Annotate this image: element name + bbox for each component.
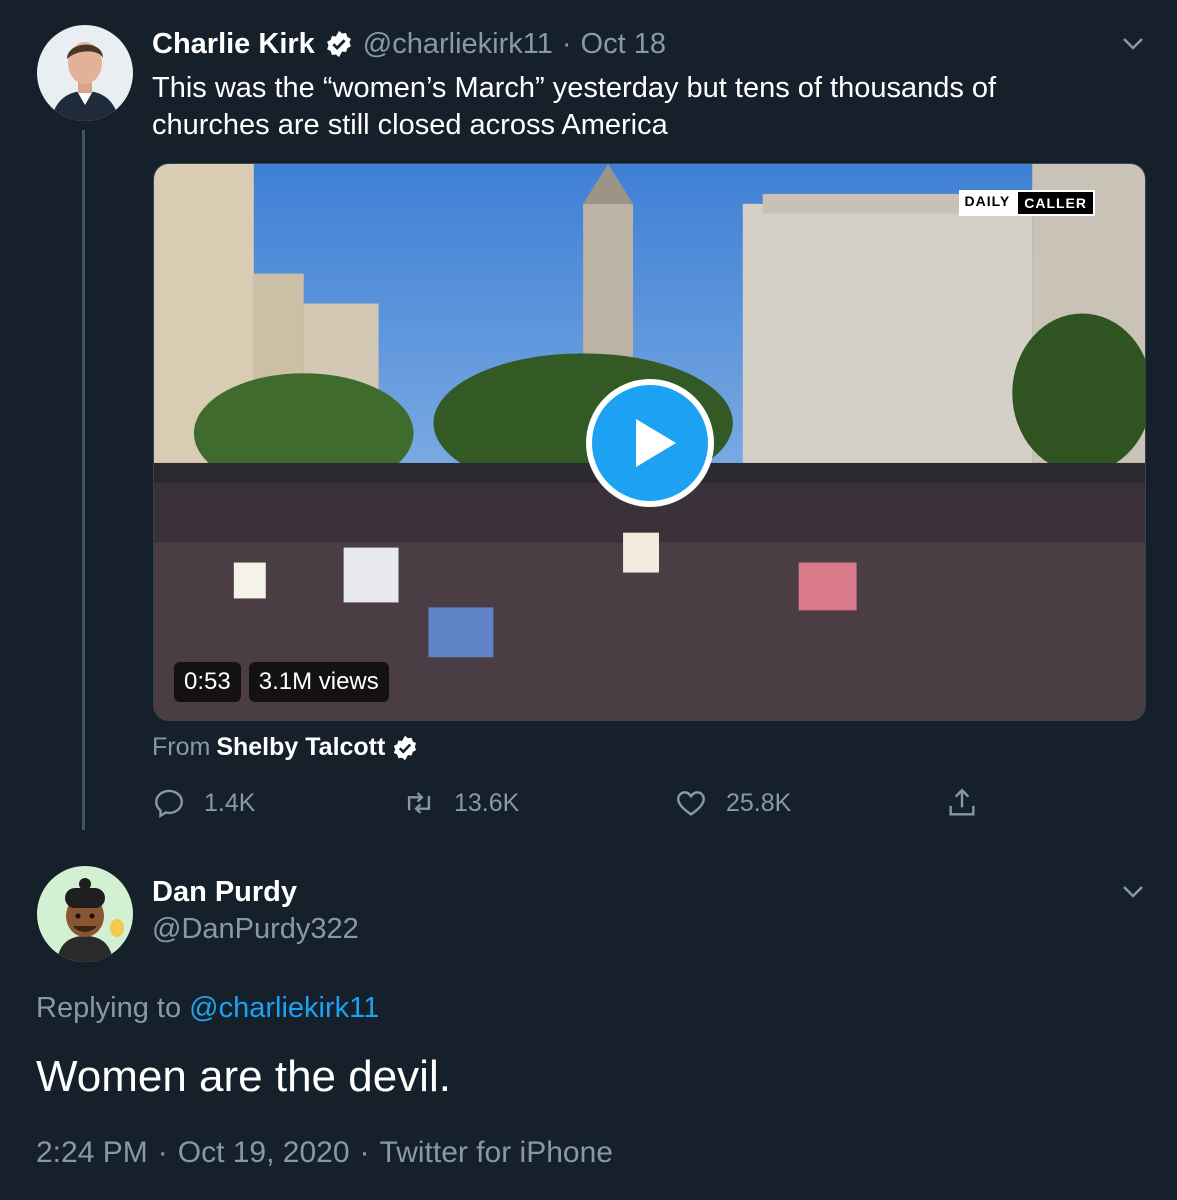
play-button[interactable] — [586, 379, 714, 507]
replying-to: Replying to @charliekirk11 — [36, 992, 379, 1025]
thread-connector — [82, 130, 85, 830]
retweet-button[interactable]: 13.6K — [402, 786, 519, 820]
retweet-icon — [407, 792, 431, 814]
author-handle[interactable]: @charliekirk11 — [363, 28, 553, 61]
tweet-client[interactable]: Twitter for iPhone — [380, 1136, 613, 1170]
reply-count: 1.4K — [204, 788, 256, 817]
heart-icon — [677, 791, 705, 816]
daily-caller-watermark: DAILY CALLER — [958, 190, 1095, 216]
share-button[interactable] — [945, 786, 979, 820]
like-button[interactable]: 25.8K — [674, 786, 791, 820]
verified-badge-icon — [391, 734, 419, 762]
tweet-text: This was the “women’s March” yesterday b… — [152, 72, 997, 141]
retweet-count: 13.6K — [454, 788, 520, 817]
media-attribution: From Shelby Talcott — [152, 733, 419, 762]
share-icon — [949, 788, 975, 816]
author-name[interactable]: Charlie Kirk — [152, 28, 315, 61]
avatar-dan-purdy[interactable] — [37, 866, 133, 962]
video-meta: 0:53 3.1M views — [174, 662, 389, 702]
tweet-date[interactable]: Oct 18 — [581, 28, 666, 61]
tweet-actions: 1.4K 13.6K 25.8K — [152, 786, 992, 830]
replying-prefix: Replying to — [36, 992, 182, 1024]
reply-button[interactable]: 1.4K — [152, 786, 255, 820]
tweet-meta: 2:24 PM · Oct 19, 2020 · Twitter for iPh… — [36, 1136, 613, 1170]
verified-badge-icon — [324, 29, 354, 59]
chevron-down-icon[interactable] — [1120, 30, 1146, 56]
play-icon — [636, 419, 676, 467]
chevron-down-icon[interactable] — [1120, 878, 1146, 904]
tweet-time[interactable]: 2:24 PM — [36, 1136, 148, 1170]
separator: · — [157, 1136, 168, 1169]
attribution-source[interactable]: Shelby Talcott — [216, 733, 385, 762]
attribution-prefix: From — [152, 733, 211, 761]
video-player[interactable]: DAILY CALLER 0:53 3.1M views — [153, 163, 1146, 721]
author-name[interactable]: Dan Purdy — [152, 876, 297, 909]
tweet-date[interactable]: Oct 19, 2020 — [178, 1136, 350, 1170]
avatar-charlie-kirk[interactable] — [37, 25, 133, 121]
separator: · — [561, 27, 572, 60]
replying-to-link[interactable]: @charliekirk11 — [189, 992, 379, 1024]
separator: · — [359, 1136, 370, 1169]
like-count: 25.8K — [726, 788, 792, 817]
tweet1-header: Charlie Kirk @charliekirk11 · Oct 18 — [152, 24, 666, 64]
video-views: 3.1M views — [248, 662, 389, 702]
reply-icon — [155, 789, 183, 818]
author-handle[interactable]: @DanPurdy322 — [152, 913, 359, 946]
tweet-text: Women are the devil. — [36, 1052, 451, 1101]
video-duration: 0:53 — [174, 662, 241, 702]
